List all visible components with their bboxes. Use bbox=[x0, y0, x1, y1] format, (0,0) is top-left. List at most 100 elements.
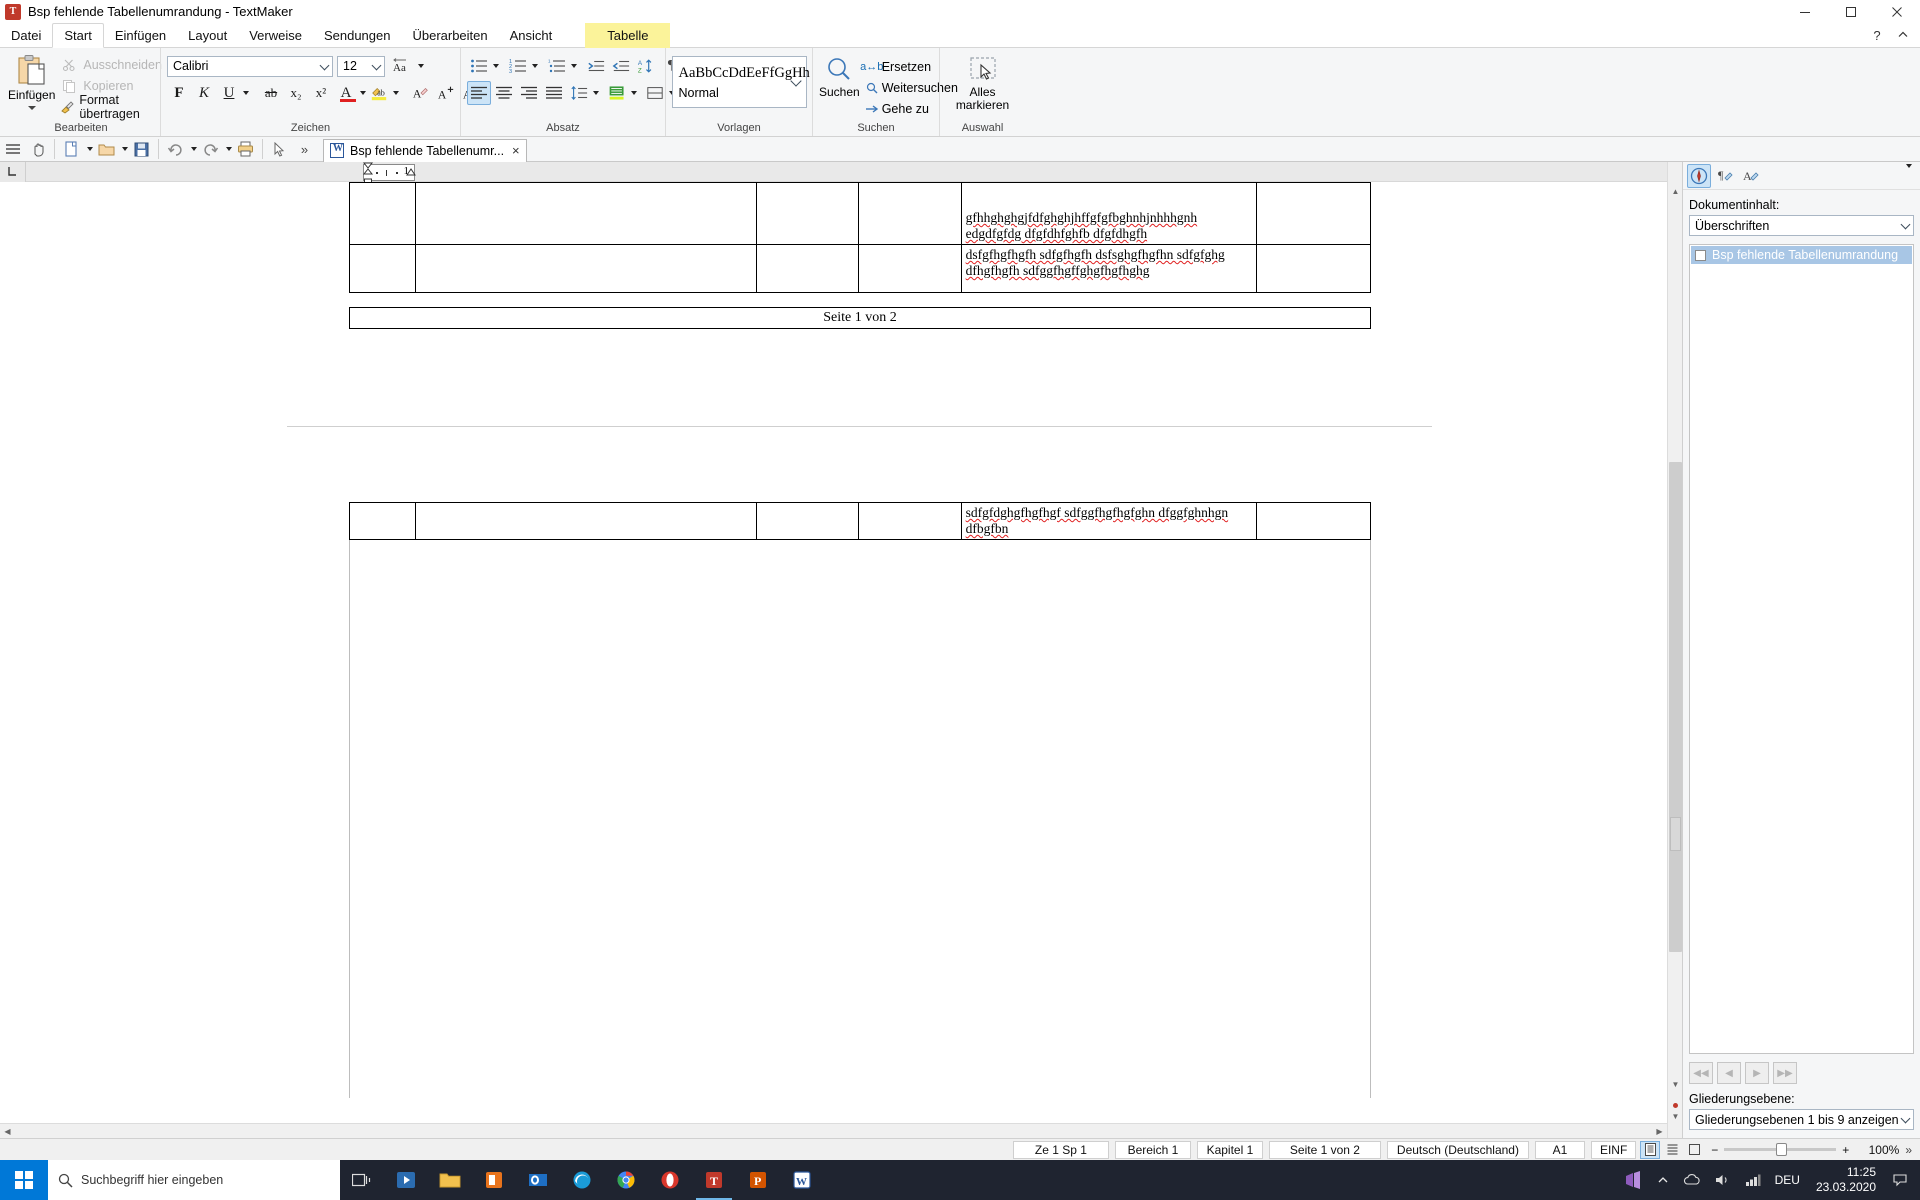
paste-dropdown-caret[interactable] bbox=[27, 106, 36, 110]
zoom-thumb[interactable] bbox=[1776, 1143, 1788, 1156]
help-button[interactable]: ? bbox=[1864, 23, 1890, 48]
menu-item-sendungen[interactable]: Sendungen bbox=[313, 23, 402, 48]
font-family-combo[interactable]: Calibri bbox=[167, 55, 333, 77]
table-cell[interactable] bbox=[414, 502, 758, 540]
status-page[interactable]: Seite 1 von 2 bbox=[1268, 1140, 1381, 1159]
strikethrough-button[interactable]: ab bbox=[259, 81, 283, 105]
menu-item-datei[interactable]: Datei bbox=[0, 23, 52, 48]
multilevel-list-button[interactable]: 1 bbox=[545, 54, 569, 78]
table-cell[interactable] bbox=[414, 182, 758, 245]
status-section[interactable]: Bereich 1 bbox=[1114, 1140, 1191, 1159]
vs-icon[interactable] bbox=[1617, 1160, 1649, 1200]
chevron-up-icon[interactable] bbox=[1651, 1160, 1675, 1200]
page-view-icon[interactable] bbox=[1640, 1140, 1661, 1159]
horizontal-ruler[interactable]: 1 bbox=[362, 162, 417, 185]
table-cell-text[interactable]: dsfgfhgfhgfh sdfgfhgfh dsfsghgfhgfhn sdf… bbox=[960, 244, 1258, 293]
scroll-left-icon[interactable]: ◀ bbox=[0, 1124, 15, 1139]
scroll-up-icon[interactable]: ▲ bbox=[1668, 184, 1683, 199]
increase-indent-button[interactable] bbox=[584, 54, 608, 78]
redo-caret[interactable] bbox=[223, 138, 233, 161]
page-footer[interactable]: Seite 1 von 2 bbox=[349, 307, 1371, 329]
numbered-list-button[interactable]: 123 bbox=[506, 54, 530, 78]
align-right-button[interactable] bbox=[517, 81, 541, 105]
more-commands-icon[interactable]: » bbox=[292, 138, 317, 161]
table-row[interactable]: sdfgfdghgfhgfhgf sdfggfhgfhgfghn dfggfgh… bbox=[349, 502, 1371, 540]
grow-font-button[interactable]: A bbox=[434, 81, 458, 105]
align-left-button[interactable] bbox=[467, 81, 491, 105]
vertical-scrollbar[interactable]: ▲ ▼ ▼ bbox=[1667, 162, 1682, 1138]
format-painter-button[interactable]: Format übertragen bbox=[59, 93, 162, 121]
table-cell[interactable] bbox=[756, 244, 860, 293]
outline-level-combo[interactable]: Gliederungsebenen 1 bis 9 anzeigen bbox=[1689, 1109, 1914, 1130]
decrease-indent-button[interactable] bbox=[609, 54, 633, 78]
font-size-combo[interactable]: 12 bbox=[337, 55, 385, 77]
menu-icon[interactable] bbox=[0, 138, 25, 161]
right-indent-marker-icon[interactable] bbox=[405, 163, 417, 181]
line-spacing-caret[interactable] bbox=[593, 91, 599, 95]
table-cell[interactable] bbox=[1256, 502, 1371, 540]
table-cell[interactable] bbox=[858, 244, 962, 293]
maximize-button[interactable] bbox=[1828, 0, 1874, 23]
status-insert-mode[interactable]: EINF bbox=[1590, 1140, 1637, 1159]
table-cell-text[interactable]: gfhhghghgjfdfghghjhffgfgfbghnhjnhhhgnh e… bbox=[960, 182, 1258, 245]
zoom-slider[interactable]: − + bbox=[1711, 1143, 1849, 1157]
align-center-button[interactable] bbox=[492, 81, 516, 105]
draft-view-icon[interactable] bbox=[1684, 1141, 1704, 1159]
document-content-combo[interactable]: Überschriften bbox=[1689, 215, 1914, 236]
character-format-icon[interactable]: A bbox=[1739, 164, 1763, 188]
next-page-icon[interactable]: ▼ bbox=[1668, 1109, 1683, 1124]
cut-button[interactable]: Ausschneiden bbox=[59, 54, 162, 75]
outlook-icon[interactable] bbox=[516, 1160, 560, 1200]
tab-stop-selector[interactable] bbox=[0, 162, 26, 182]
numbered-list-caret[interactable] bbox=[532, 64, 538, 68]
hand-icon[interactable] bbox=[25, 138, 50, 161]
status-overflow-icon[interactable]: » bbox=[1899, 1143, 1918, 1157]
table-cell[interactable] bbox=[858, 182, 962, 245]
borders-button[interactable] bbox=[643, 81, 667, 105]
print-icon[interactable] bbox=[233, 138, 258, 161]
table-cell[interactable] bbox=[349, 182, 416, 245]
status-language[interactable]: Deutsch (Deutschland) bbox=[1386, 1140, 1529, 1159]
change-case-caret[interactable] bbox=[418, 64, 424, 68]
textmaker-taskbar-icon[interactable]: T bbox=[692, 1160, 736, 1200]
zoom-in-button[interactable]: + bbox=[1842, 1143, 1849, 1157]
close-button[interactable] bbox=[1874, 0, 1920, 23]
menu-item-tabelle[interactable]: Tabelle bbox=[585, 23, 671, 48]
notification-icon[interactable] bbox=[1886, 1160, 1914, 1200]
prev-icon[interactable]: ◀ bbox=[1717, 1062, 1741, 1084]
table-cell[interactable] bbox=[414, 244, 758, 293]
shading-button[interactable] bbox=[605, 81, 629, 105]
new-document-caret[interactable] bbox=[84, 138, 94, 161]
menu-item-ansicht[interactable]: Ansicht bbox=[499, 23, 564, 48]
presentations-icon[interactable]: P bbox=[736, 1160, 780, 1200]
collapse-ribbon-button[interactable] bbox=[1890, 23, 1916, 48]
undo-icon[interactable] bbox=[163, 138, 188, 161]
table-cell[interactable] bbox=[349, 244, 416, 293]
redo-icon[interactable] bbox=[198, 138, 223, 161]
minimize-button[interactable] bbox=[1782, 0, 1828, 23]
navigator-icon[interactable] bbox=[1687, 163, 1711, 188]
pointer-icon[interactable] bbox=[267, 138, 292, 161]
scroll-grip[interactable] bbox=[1670, 817, 1681, 851]
subscript-button[interactable]: x₂ bbox=[284, 81, 308, 105]
select-all-button[interactable]: Alles markieren bbox=[947, 56, 1019, 112]
bullet-list-button[interactable] bbox=[467, 54, 491, 78]
document-outline-tree[interactable]: Bsp fehlende Tabellenumrandung bbox=[1689, 244, 1914, 1054]
taskbar-language[interactable]: DEU bbox=[1769, 1160, 1806, 1200]
zoom-out-button[interactable]: − bbox=[1711, 1143, 1718, 1157]
opera-icon[interactable] bbox=[648, 1160, 692, 1200]
edge-icon[interactable] bbox=[560, 1160, 604, 1200]
chrome-icon[interactable] bbox=[604, 1160, 648, 1200]
table-cell[interactable] bbox=[349, 502, 416, 540]
open-folder-icon[interactable] bbox=[94, 138, 119, 161]
office-icon[interactable] bbox=[472, 1160, 516, 1200]
table-cell[interactable] bbox=[1256, 244, 1371, 293]
highlight-caret[interactable] bbox=[393, 91, 399, 95]
highlight-button[interactable]: ab bbox=[367, 81, 391, 105]
task-view-icon[interactable] bbox=[340, 1160, 384, 1200]
first-icon[interactable]: ◀◀ bbox=[1689, 1062, 1713, 1084]
volume-icon[interactable] bbox=[1709, 1160, 1737, 1200]
scroll-right-icon[interactable]: ▶ bbox=[1652, 1124, 1667, 1139]
status-chapter[interactable]: Kapitel 1 bbox=[1196, 1140, 1263, 1159]
table-row[interactable]: dsfgfhgfhgfh sdfgfhgfh dsfsghgfhgfhn sdf… bbox=[349, 244, 1371, 293]
